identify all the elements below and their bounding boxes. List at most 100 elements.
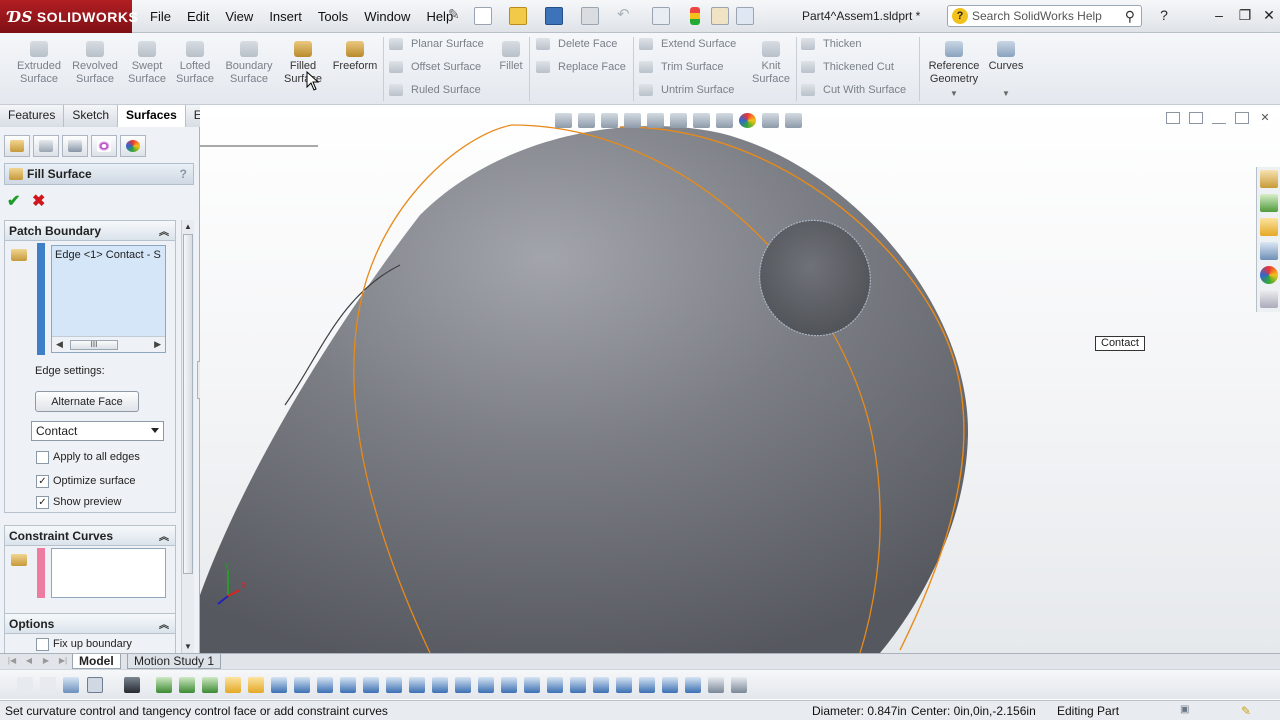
- view-settings-icon[interactable]: [785, 112, 802, 128]
- scroll-right-icon[interactable]: ▶: [154, 339, 161, 350]
- close-icon[interactable]: ✕: [1260, 6, 1278, 24]
- filter-datum-features-icon[interactable]: [524, 677, 540, 693]
- replace-face-button[interactable]: Replace Face: [536, 58, 626, 76]
- next-tab-icon[interactable]: ▶: [38, 655, 54, 667]
- save-icon[interactable]: [545, 7, 563, 25]
- search-icon[interactable]: ⚲: [1125, 8, 1135, 25]
- ok-checkmark-icon[interactable]: ✔: [7, 191, 20, 211]
- panel-vertical-scrollbar[interactable]: ▲ ▼: [181, 220, 194, 653]
- help-menu-icon[interactable]: ?: [1155, 6, 1173, 24]
- close-viewport-icon[interactable]: ✕: [1258, 112, 1272, 124]
- collapse-chevron-icon[interactable]: ︽: [159, 528, 169, 543]
- minimize-icon[interactable]: –: [1210, 6, 1228, 24]
- extend-surface-button[interactable]: Extend Surface: [639, 35, 736, 53]
- first-tab-icon[interactable]: |◀: [4, 655, 20, 667]
- filter-datum-targets-icon[interactable]: [570, 677, 586, 693]
- curves-dropdown-icon[interactable]: ▼: [1002, 89, 1010, 98]
- filter-axes-icon[interactable]: [271, 677, 287, 693]
- filter-dowel-pin-icon[interactable]: [639, 677, 655, 693]
- file-explorer-icon[interactable]: [1260, 218, 1278, 236]
- curves-button[interactable]: Curves: [976, 41, 1036, 73]
- filter-sketch-segments-icon[interactable]: [340, 677, 356, 693]
- restore-icon[interactable]: ❐: [1236, 6, 1254, 24]
- patch-boundary-header[interactable]: Patch Boundary ︽: [5, 221, 175, 241]
- constraint-curves-header[interactable]: Constraint Curves ︽: [5, 526, 175, 546]
- scroll-thumb[interactable]: [183, 234, 193, 574]
- configuration-manager-tab[interactable]: [62, 135, 88, 157]
- collapse-chevron-icon[interactable]: ︽: [159, 223, 169, 238]
- filter-cosmetic-threads-icon[interactable]: [593, 677, 609, 693]
- prev-tab-icon[interactable]: ◀: [21, 655, 37, 667]
- scroll-thumb[interactable]: III: [70, 340, 118, 350]
- scroll-down-icon[interactable]: ▼: [184, 642, 192, 651]
- contact-callout[interactable]: Contact: [1095, 336, 1145, 351]
- extruded-surface-button[interactable]: Extruded Surface: [9, 41, 69, 86]
- cancel-x-icon[interactable]: ✖: [32, 191, 45, 211]
- delete-face-button[interactable]: Delete Face: [536, 35, 617, 53]
- menu-tools[interactable]: Tools: [310, 9, 356, 24]
- help-icon[interactable]: ?: [180, 167, 187, 181]
- reference-geometry-button[interactable]: Reference Geometry: [924, 41, 984, 86]
- lofted-surface-button[interactable]: Lofted Surface: [165, 41, 225, 86]
- display-style-icon[interactable]: [693, 112, 710, 128]
- tile-vertical-icon[interactable]: [1189, 112, 1203, 124]
- filter-clear-icon[interactable]: [40, 677, 56, 693]
- revolved-surface-button[interactable]: Revolved Surface: [65, 41, 125, 86]
- filter-notes-icon[interactable]: [501, 677, 517, 693]
- show-preview-checkbox[interactable]: ✓ Show preview: [36, 494, 121, 510]
- solidworks-resources-icon[interactable]: [1260, 170, 1278, 188]
- filled-surface-button[interactable]: Filled Surface: [273, 41, 333, 86]
- tab-features[interactable]: Features: [0, 105, 65, 127]
- tab-surfaces[interactable]: Surfaces: [118, 105, 186, 127]
- filter-centerline-icon[interactable]: [409, 677, 425, 693]
- rebuild-status-icon[interactable]: ✎: [1241, 704, 1251, 718]
- patch-boundary-list[interactable]: Edge <1> Contact - S ◀ III ▶: [51, 245, 166, 353]
- cut-with-surface-button[interactable]: Cut With Surface: [801, 81, 906, 99]
- apply-to-all-edges-checkbox[interactable]: Apply to all edges: [36, 449, 140, 465]
- edge-condition-select[interactable]: Contact: [31, 421, 164, 441]
- previous-view-icon[interactable]: [601, 112, 618, 128]
- graphics-area[interactable]: ✕ Contact Y X: [200, 105, 1280, 653]
- reference-geometry-dropdown-icon[interactable]: ▼: [950, 89, 958, 98]
- edit-appearance-icon[interactable]: [739, 112, 756, 128]
- part-body[interactable]: [200, 126, 969, 653]
- filter-connection-points-icon[interactable]: [662, 677, 678, 693]
- last-tab-icon[interactable]: ▶|: [55, 655, 71, 667]
- select-cursor-icon[interactable]: [124, 677, 140, 693]
- fillet-button[interactable]: Fillet: [481, 41, 541, 73]
- list-item[interactable]: Edge <1> Contact - S: [52, 246, 165, 264]
- menu-file[interactable]: File: [142, 9, 179, 24]
- freeform-button[interactable]: Freeform: [325, 41, 385, 73]
- design-library-icon[interactable]: [1260, 194, 1278, 212]
- selection-arrow-icon[interactable]: [87, 677, 103, 693]
- horizontal-scrollbar[interactable]: ◀ III ▶: [52, 336, 165, 352]
- offset-surface-button[interactable]: Offset Surface: [389, 58, 481, 76]
- solidworks-logo[interactable]: ƊS SOLIDWORKS: [0, 0, 138, 33]
- filter-routing-points-icon[interactable]: [685, 677, 701, 693]
- dimxpert-manager-tab[interactable]: [91, 135, 117, 157]
- tab-model[interactable]: Model: [72, 654, 121, 669]
- scroll-up-icon[interactable]: ▲: [184, 222, 192, 231]
- print-icon[interactable]: [581, 7, 599, 25]
- thicken-button[interactable]: Thicken: [801, 35, 862, 53]
- filter-vertices-icon[interactable]: [156, 677, 172, 693]
- zoom-to-fit-icon[interactable]: [555, 112, 572, 128]
- filter-faces-icon[interactable]: [202, 677, 218, 693]
- tab-motion-study-1[interactable]: Motion Study 1: [127, 654, 222, 669]
- boundary-surface-button[interactable]: Boundary Surface: [219, 41, 279, 86]
- fix-up-boundary-checkbox[interactable]: Fix up boundary: [36, 636, 132, 652]
- section-view-icon[interactable]: [624, 112, 641, 128]
- trim-surface-button[interactable]: Trim Surface: [639, 58, 724, 76]
- dynamic-annotation-icon[interactable]: [647, 112, 664, 128]
- tab-sketch[interactable]: Sketch: [64, 105, 119, 127]
- filter-sketch-points-icon[interactable]: [317, 677, 333, 693]
- tile-horizontal-icon[interactable]: [1166, 112, 1180, 124]
- open-folder-icon[interactable]: [509, 7, 527, 25]
- collapse-chevron-icon[interactable]: ︽: [159, 616, 169, 631]
- filter-edges-icon[interactable]: [179, 677, 195, 693]
- filter-planes-icon[interactable]: [294, 677, 310, 693]
- pin-icon[interactable]: ✎: [448, 6, 466, 24]
- alternate-face-button[interactable]: Alternate Face: [35, 391, 139, 412]
- filter-toggle-icon[interactable]: [17, 677, 33, 693]
- undo-icon[interactable]: ↶: [617, 5, 635, 23]
